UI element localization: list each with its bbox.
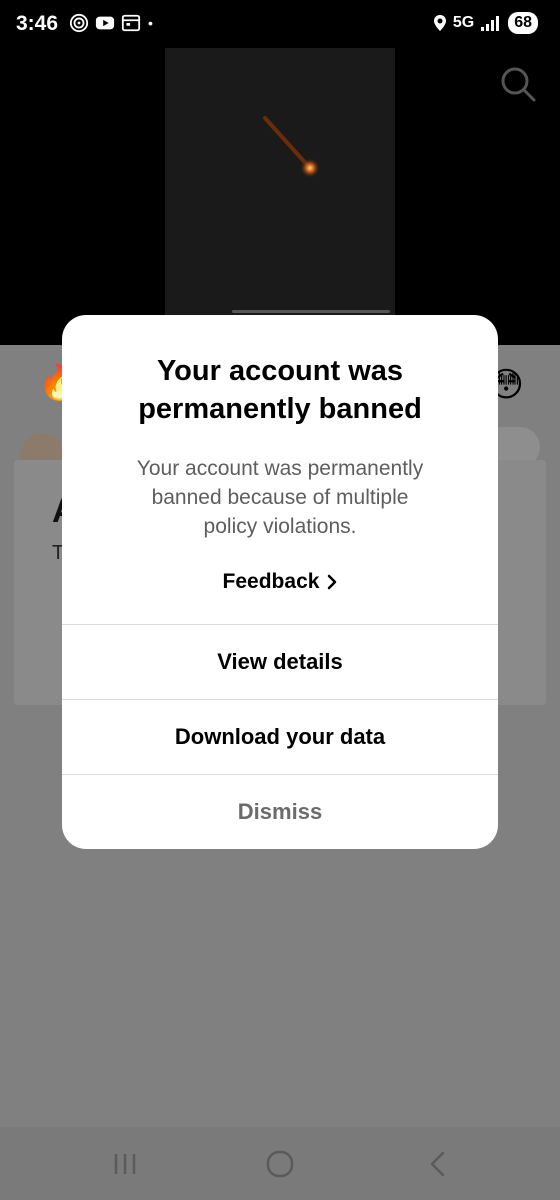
video-progress-bar[interactable]: [232, 310, 390, 313]
dialog-message: Your account was permanently banned beca…: [136, 457, 424, 538]
network-label: 5G: [452, 14, 475, 31]
video-frame: [165, 38, 395, 345]
home-icon[interactable]: [265, 1149, 295, 1179]
battery-indicator: 68: [508, 12, 538, 34]
status-icons-left: [68, 13, 160, 33]
download-data-button[interactable]: Download your data: [62, 700, 498, 774]
dialog-title: Your account was permanently banned: [138, 355, 422, 425]
chevron-right-icon: [328, 575, 337, 590]
feedback-label: Feedback: [222, 570, 320, 593]
search-icon[interactable]: [498, 64, 538, 104]
status-time: 3:46: [16, 12, 59, 35]
youtube-icon: [95, 16, 115, 30]
ban-dialog: Your account was permanently banned Your…: [62, 315, 498, 849]
status-bar: 3:46 5G 68: [0, 0, 560, 48]
view-details-button[interactable]: View details: [62, 625, 498, 699]
system-nav-bar: [0, 1127, 560, 1200]
fingerprint-icon: [69, 13, 89, 33]
video-glow-image: [263, 116, 320, 178]
signal-icon: [481, 16, 500, 31]
status-right: 5G 68: [433, 12, 538, 34]
feedback-link[interactable]: Feedback: [62, 570, 498, 594]
video-player[interactable]: [0, 0, 560, 345]
dot-icon: [148, 21, 153, 26]
recent-apps-icon[interactable]: [110, 1149, 140, 1179]
dismiss-button[interactable]: Dismiss: [62, 775, 498, 849]
back-icon[interactable]: [423, 1149, 453, 1179]
calendar-icon: [121, 14, 141, 32]
location-icon: [433, 15, 446, 31]
